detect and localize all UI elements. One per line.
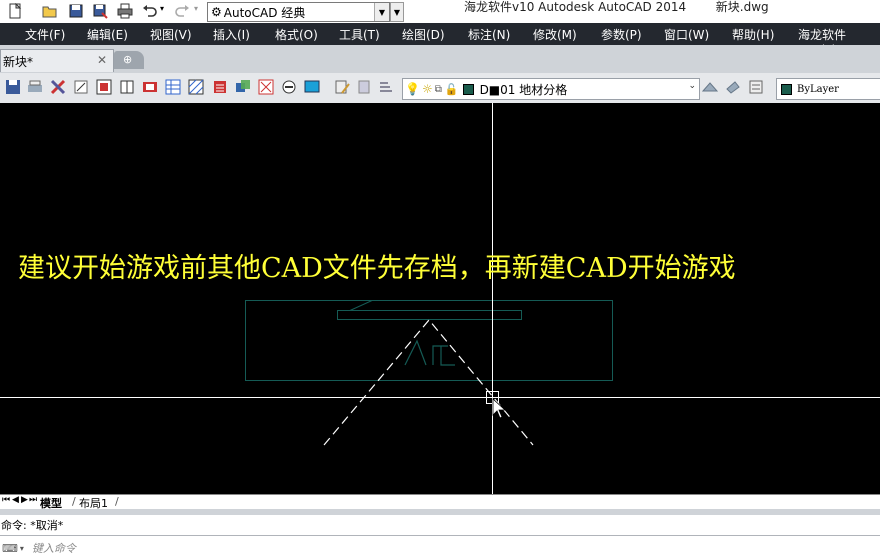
block-editor-icon[interactable] bbox=[96, 79, 112, 95]
layer-select[interactable]: 💡 ☼ ⧉ 🔓 D■01 地材分格 ⌄ bbox=[402, 78, 700, 100]
tab-label: 新块* bbox=[3, 54, 34, 69]
color-swatch bbox=[781, 83, 792, 95]
color-select[interactable]: ByLayer bbox=[776, 78, 880, 100]
game-instruction-text: 建议开始游戏前其他CAD文件先存档，再新建CAD开始游戏 bbox=[18, 253, 736, 284]
close-icon[interactable]: ✕ bbox=[97, 53, 107, 67]
layer-properties-icon[interactable] bbox=[334, 79, 350, 95]
stack-icon[interactable] bbox=[212, 79, 228, 95]
first-layout-icon[interactable]: ⏮ bbox=[2, 495, 10, 505]
command-line[interactable]: ⌨ ▾ 键入命令 bbox=[0, 535, 880, 560]
chevron-down-icon[interactable]: ▾ bbox=[20, 544, 24, 553]
viewport-freeze-icon: ⧉ bbox=[434, 83, 442, 95]
redo-icon[interactable] bbox=[172, 1, 194, 21]
menu-tools[interactable]: 工具(T) bbox=[339, 26, 380, 43]
plot-icon[interactable] bbox=[27, 79, 43, 95]
undo-dropdown-icon[interactable]: ▾ bbox=[160, 4, 164, 13]
document-tab-bar: 新块* ✕ ⊕ bbox=[0, 45, 880, 73]
menu-dimension[interactable]: 标注(N) bbox=[468, 26, 510, 43]
unlock-icon: 🔓 bbox=[444, 82, 459, 96]
menu-window[interactable]: 窗口(W) bbox=[664, 26, 709, 43]
hatch-icon[interactable] bbox=[188, 79, 204, 95]
quick-access-menu-icon[interactable]: ▼ bbox=[390, 2, 404, 22]
workspace-select[interactable]: ⚙ AutoCAD 经典 ▼ bbox=[207, 2, 390, 22]
menu-insert[interactable]: 插入(I) bbox=[213, 26, 250, 43]
prev-layout-icon[interactable]: ◀ bbox=[12, 495, 19, 505]
tab-new-block[interactable]: 新块* ✕ bbox=[0, 49, 114, 72]
new-tab-button[interactable]: ⊕ bbox=[114, 51, 144, 69]
command-icon[interactable]: ⌨ bbox=[2, 542, 18, 555]
workspace-label: AutoCAD 经典 bbox=[223, 5, 306, 20]
letter-shape bbox=[404, 339, 455, 366]
paddle-top-line bbox=[349, 300, 505, 311]
open-file-icon[interactable] bbox=[39, 1, 61, 21]
print-icon[interactable] bbox=[114, 1, 136, 21]
menu-help[interactable]: 帮助(H) bbox=[732, 26, 774, 43]
save-icon[interactable] bbox=[65, 1, 87, 21]
menu-modify[interactable]: 修改(M) bbox=[533, 26, 577, 43]
drawing-entities bbox=[0, 103, 880, 494]
title-bar: ▾ ▾ ⚙ AutoCAD 经典 ▼ ▼ 海龙软件v10 Autodesk Au… bbox=[0, 0, 880, 23]
next-layout-icon[interactable]: ▶ bbox=[21, 495, 28, 505]
erase-icon[interactable] bbox=[73, 79, 89, 95]
app-title: 海龙软件v10 Autodesk AutoCAD 2014 bbox=[464, 0, 687, 14]
command-input[interactable]: 键入命令 bbox=[32, 540, 76, 556]
make-current-icon[interactable] bbox=[702, 79, 718, 95]
new-tab-icon: ⊕ bbox=[123, 53, 133, 66]
outer-rectangle bbox=[245, 300, 613, 381]
layer-color-swatch bbox=[462, 83, 474, 95]
gear-icon: ⚙ bbox=[211, 5, 222, 19]
layer-match-icon[interactable] bbox=[378, 79, 394, 95]
tab-divider: / bbox=[115, 495, 119, 508]
book-icon[interactable] bbox=[119, 79, 135, 95]
drawing-canvas[interactable]: 建议开始游戏前其他CAD文件先存档，再新建CAD开始游戏 bbox=[0, 103, 880, 494]
tools-icon[interactable] bbox=[50, 79, 66, 95]
layers-icon[interactable] bbox=[235, 79, 251, 95]
layer-previous-icon[interactable] bbox=[725, 79, 741, 95]
menu-edit[interactable]: 编辑(E) bbox=[87, 26, 128, 43]
command-history-text: 命令: *取消* bbox=[1, 519, 64, 532]
toolbar: 💡 ☼ ⧉ 🔓 D■01 地材分格 ⌄ ByLayer bbox=[0, 73, 880, 104]
menu-bar: 文件(F) 编辑(E) 视图(V) 插入(I) 格式(O) 工具(T) 绘图(D… bbox=[0, 23, 880, 57]
command-history: 命令: *取消* bbox=[0, 515, 880, 535]
display-icon[interactable] bbox=[304, 79, 320, 95]
sun-icon: ☼ bbox=[421, 82, 433, 96]
lightbulb-icon: 💡 bbox=[405, 82, 420, 96]
menu-format[interactable]: 格式(O) bbox=[275, 26, 318, 43]
new-file-icon[interactable] bbox=[4, 1, 26, 21]
file-name: 新块.dwg bbox=[715, 0, 769, 14]
window-title: 海龙软件v10 Autodesk AutoCAD 2014 新块.dwg bbox=[464, 0, 769, 14]
chevron-down-icon[interactable]: ⌄ bbox=[688, 81, 696, 91]
layer-state-icon[interactable] bbox=[356, 79, 372, 95]
design-center-icon[interactable] bbox=[142, 79, 158, 95]
autocad-window: ▾ ▾ ⚙ AutoCAD 经典 ▼ ▼ 海龙软件v10 Autodesk Au… bbox=[0, 0, 880, 560]
save-as-icon[interactable] bbox=[89, 1, 111, 21]
menu-file[interactable]: 文件(F) bbox=[25, 26, 65, 43]
save-icon[interactable] bbox=[5, 79, 21, 95]
color-label: ByLayer bbox=[797, 83, 839, 95]
ball-trajectory bbox=[323, 319, 534, 446]
undo-icon[interactable] bbox=[138, 1, 160, 21]
redo-dropdown-icon[interactable]: ▾ bbox=[194, 4, 198, 13]
chevron-down-icon[interactable]: ▼ bbox=[374, 3, 389, 21]
menu-draw[interactable]: 绘图(D) bbox=[402, 26, 445, 43]
xref-icon[interactable] bbox=[258, 79, 274, 95]
layout-tab-bar: ⏮ ◀ ▶ ⏭ 模型 布局1 / / bbox=[0, 494, 880, 510]
layer-name: D■01 地材分格 bbox=[479, 82, 568, 97]
menu-parametric[interactable]: 参数(P) bbox=[601, 26, 642, 43]
paddle-rectangle bbox=[337, 310, 522, 320]
menu-view[interactable]: 视图(V) bbox=[150, 26, 192, 43]
layer-list-icon[interactable] bbox=[748, 79, 764, 95]
tab-divider: / bbox=[72, 495, 76, 508]
table-icon[interactable] bbox=[165, 79, 181, 95]
properties-icon[interactable] bbox=[281, 79, 297, 95]
last-layout-icon[interactable]: ⏭ bbox=[29, 495, 37, 505]
